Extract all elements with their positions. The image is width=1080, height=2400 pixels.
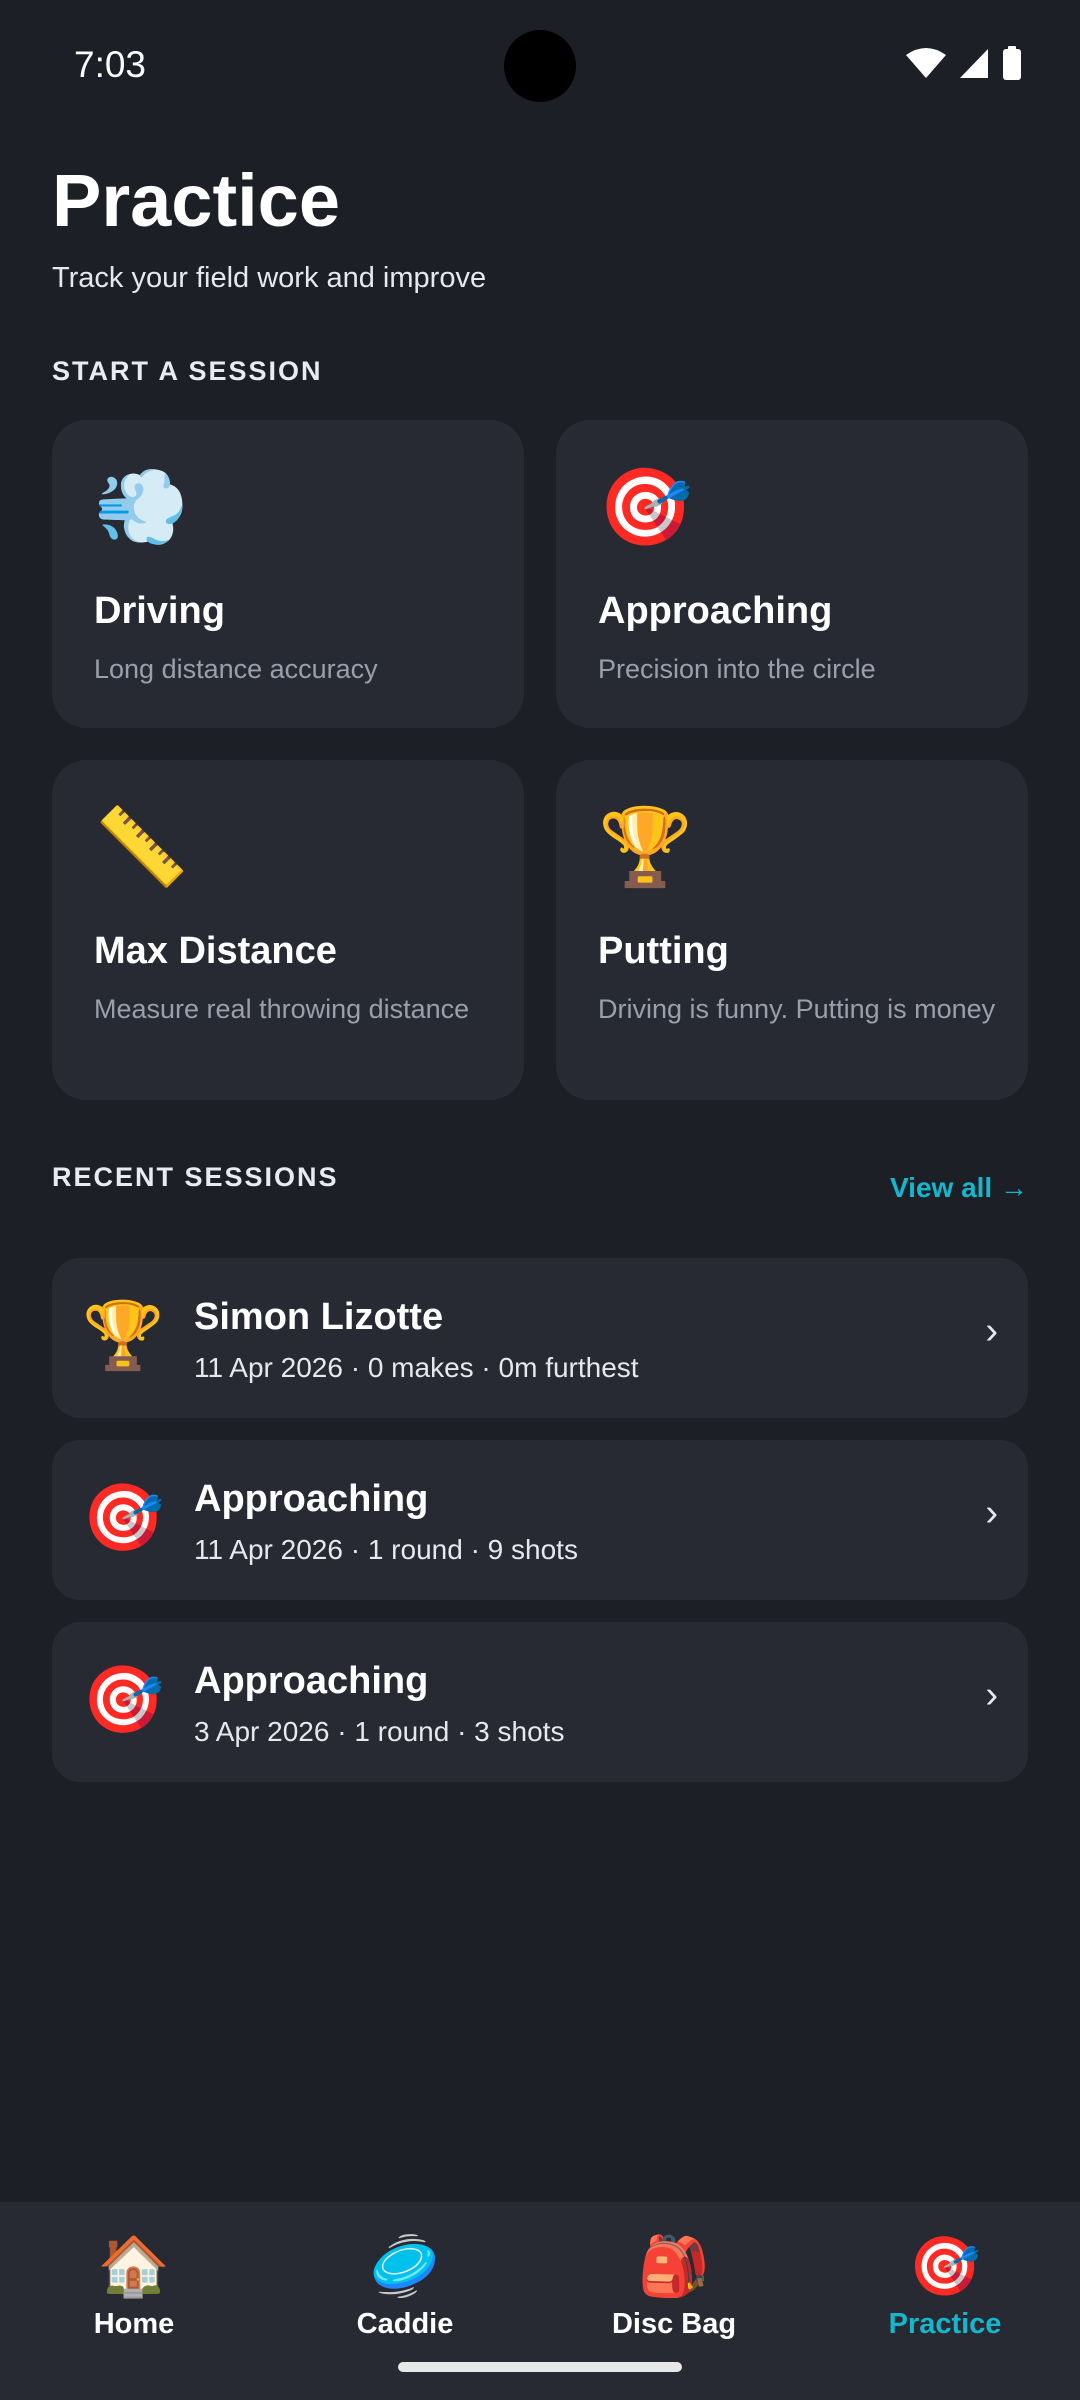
card-title: Putting [598, 930, 729, 972]
card-description: Long distance accuracy [94, 654, 378, 684]
camera-cutout [504, 30, 576, 102]
recent-session-item[interactable]: 🎯 Approaching 11 Apr 2026 · 1 round · 9 … [52, 1440, 1028, 1600]
recent-session-item[interactable]: 🎯 Approaching 3 Apr 2026 · 1 round · 3 s… [52, 1622, 1028, 1782]
card-title: Approaching [598, 590, 833, 632]
chevron-right-icon: › [985, 1674, 998, 1716]
recent-session-item[interactable]: 🏆 Simon Lizotte 11 Apr 2026 · 0 makes · … [52, 1258, 1028, 1418]
session-title: Approaching [194, 1478, 429, 1520]
nav-label: Caddie [356, 2308, 454, 2340]
page-subtitle: Track your field work and improve [52, 262, 487, 294]
session-card-putting[interactable]: 🏆 Putting Driving is funny. Putting is m… [556, 760, 1028, 1100]
card-description: Driving is funny. Putting is money [598, 994, 996, 1024]
direct-hit-icon: 🎯 [82, 1480, 165, 1554]
card-description: Precision into the circle [598, 654, 876, 684]
flying-disc-icon: 🥏 [368, 2234, 442, 2299]
status-icons [906, 46, 1022, 80]
wifi-icon [906, 48, 946, 78]
session-card-max-distance[interactable]: 📏 Max Distance Measure real throwing dis… [52, 760, 524, 1100]
card-description: Measure real throwing distance [94, 994, 470, 1024]
page-title: Practice [52, 159, 340, 242]
card-title: Driving [94, 590, 225, 632]
cell-signal-icon [960, 49, 988, 78]
chevron-right-icon: › [985, 1492, 998, 1534]
trophy-icon: 🏆 [82, 1298, 165, 1372]
recent-sessions-label: RECENT SESSIONS [52, 1162, 339, 1192]
session-meta: 3 Apr 2026 · 1 round · 3 shots [194, 1716, 565, 1747]
house-icon: 🏠 [97, 2234, 171, 2299]
direct-hit-icon: 🎯 [82, 1662, 165, 1736]
view-all-link[interactable]: View all → [890, 1172, 1028, 1204]
battery-icon [1003, 46, 1021, 80]
nav-label: Disc Bag [611, 2308, 737, 2340]
status-time: 7:03 [74, 44, 147, 85]
start-session-label: START A SESSION [52, 356, 323, 386]
session-meta: 11 Apr 2026 · 0 makes · 0m furthest [194, 1352, 639, 1383]
session-title: Approaching [194, 1660, 429, 1702]
nav-label: Home [93, 2308, 175, 2340]
status-bar: 7:03 [0, 0, 1080, 130]
home-indicator[interactable] [398, 2362, 682, 2372]
nav-practice[interactable]: 🎯 Practice [835, 2238, 1055, 2341]
direct-hit-icon: 🎯 [598, 465, 693, 550]
direct-hit-icon: 🎯 [908, 2234, 982, 2299]
ruler-icon: 📏 [94, 805, 189, 890]
backpack-icon: 🎒 [637, 2234, 711, 2299]
session-card-driving[interactable]: 💨 Driving Long distance accuracy [52, 420, 524, 728]
session-title: Simon Lizotte [194, 1296, 444, 1338]
session-card-approaching[interactable]: 🎯 Approaching Precision into the circle [556, 420, 1028, 728]
nav-disc-bag[interactable]: 🎒 Disc Bag [564, 2238, 784, 2341]
nav-label: Practice [888, 2308, 1002, 2340]
dashing-away-icon: 💨 [94, 465, 189, 550]
trophy-icon: 🏆 [598, 805, 693, 890]
card-title: Max Distance [94, 930, 337, 972]
nav-caddie[interactable]: 🥏 Caddie [295, 2238, 515, 2341]
session-meta: 11 Apr 2026 · 1 round · 9 shots [194, 1534, 578, 1565]
chevron-right-icon: › [985, 1310, 998, 1352]
nav-home[interactable]: 🏠 Home [24, 2238, 244, 2341]
